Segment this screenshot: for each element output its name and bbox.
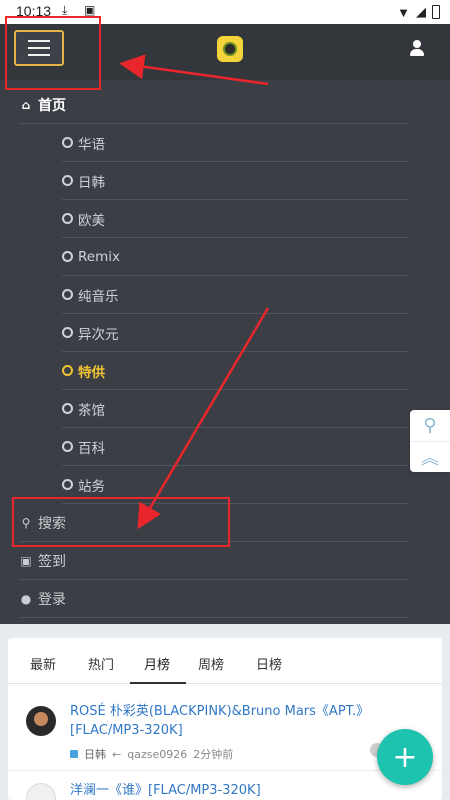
tab-daily[interactable]: 日榜 — [256, 654, 282, 673]
circle-icon — [62, 327, 73, 338]
user-icon: ● — [20, 591, 32, 606]
circle-icon — [62, 289, 73, 300]
nav-item-rihan[interactable]: 日韩 — [62, 162, 408, 200]
avatar[interactable] — [26, 783, 56, 800]
battery-icon — [432, 5, 440, 19]
circle-icon — [62, 251, 73, 262]
avatar[interactable] — [26, 706, 56, 736]
add-post-button[interactable]: + — [377, 729, 433, 785]
circle-icon — [62, 175, 73, 186]
circle-icon — [62, 137, 73, 148]
arrow-left-icon: ← — [112, 747, 122, 761]
user-icon[interactable] — [410, 40, 424, 56]
home-icon: ⌂ — [21, 97, 31, 112]
post-title[interactable]: ROSÉ 朴彩英(BLACKPINK)&Bruno Mars《APT.》[FLA… — [70, 702, 428, 740]
tab-bar: 最新 热门 月榜 周榜 日榜 — [8, 638, 442, 684]
circle-icon — [62, 365, 73, 376]
post-category[interactable]: 日韩 — [84, 746, 106, 762]
list-item[interactable]: 洋澜一《谁》[FLAC/MP3-320K] — [8, 770, 442, 800]
post-meta: 日韩 ← qazse0926 2分钟前 — [70, 746, 233, 762]
nav-item-home[interactable]: ⌂ 首页 — [20, 86, 408, 124]
nav-item-tegong[interactable]: 特供 — [62, 352, 408, 390]
nav-item-login[interactable]: ● 登录 — [20, 580, 408, 618]
scroll-top-icon[interactable]: ︽ — [410, 441, 450, 472]
nav-item-remix[interactable]: Remix — [62, 238, 408, 276]
nav-item-chaguan[interactable]: 茶馆 — [62, 390, 408, 428]
post-list-card: 最新 热门 月榜 周榜 日榜 ROSÉ 朴彩英(BLACKPINK)&Bruno… — [8, 638, 442, 800]
circle-icon — [62, 441, 73, 452]
signal-icon: ◢ — [416, 4, 426, 19]
search-icon[interactable]: ⚲ — [410, 410, 450, 441]
wifi-icon: ▼ — [397, 4, 410, 20]
gift-icon: ▣ — [20, 553, 32, 568]
nav-item-oumei[interactable]: 欧美 — [62, 200, 408, 238]
side-tools: ⚲ ︽ — [410, 410, 450, 472]
nav-item-huayu[interactable]: 华语 — [62, 124, 408, 162]
app-logo-icon[interactable] — [217, 36, 243, 62]
nav-item-baike[interactable]: 百科 — [62, 428, 408, 466]
highlight-box-search — [12, 497, 230, 547]
active-tab-indicator — [130, 682, 186, 684]
notification-icon: ▣ — [84, 3, 96, 17]
post-title[interactable]: 洋澜一《谁》[FLAC/MP3-320K] — [70, 781, 428, 800]
tab-latest[interactable]: 最新 — [30, 654, 56, 673]
post-author[interactable]: qazse0926 — [127, 748, 187, 761]
circle-icon — [62, 213, 73, 224]
circle-icon — [62, 403, 73, 414]
nav-item-checkin[interactable]: ▣ 签到 — [20, 542, 408, 580]
tab-monthly[interactable]: 月榜 — [144, 654, 170, 673]
nav-item-chunyinyue[interactable]: 纯音乐 — [62, 276, 408, 314]
highlight-box-menu — [5, 16, 101, 90]
post-time: 2分钟前 — [193, 748, 234, 761]
nav-item-yiciyuan[interactable]: 异次元 — [62, 314, 408, 352]
circle-icon — [62, 479, 73, 490]
category-icon — [70, 750, 78, 758]
tab-weekly[interactable]: 周榜 — [198, 654, 224, 673]
tab-hot[interactable]: 热门 — [88, 654, 114, 673]
